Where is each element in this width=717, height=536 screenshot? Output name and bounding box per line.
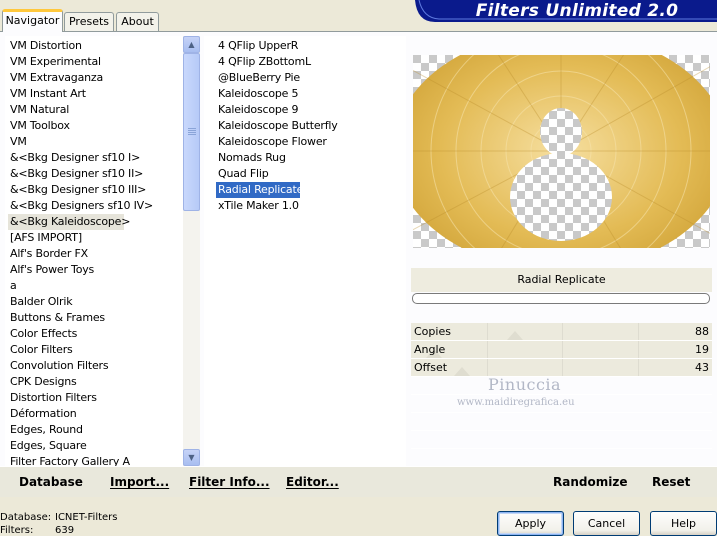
scroll-thumb[interactable] xyxy=(183,53,200,211)
category-list-item[interactable]: &<Bkg Designers sf10 IV> xyxy=(8,198,153,214)
filter-list-item[interactable]: Kaleidoscope Flower xyxy=(216,134,327,150)
param-label: Offset xyxy=(414,361,448,374)
preview-image xyxy=(413,55,710,248)
category-list-item[interactable]: Alf's Power Toys xyxy=(8,262,94,278)
param-value: 43 xyxy=(695,361,709,374)
filter-list-item[interactable]: Kaleidoscope Butterfly xyxy=(216,118,338,134)
param-label: Angle xyxy=(414,343,446,356)
category-list-item[interactable]: Alf's Border FX xyxy=(8,246,88,262)
param-value: 19 xyxy=(695,343,709,356)
app-banner: Filters Unlimited 2.0 xyxy=(415,0,717,22)
filter-name-bar: Radial Replicate xyxy=(411,268,712,292)
param-row-copies[interactable]: Copies 88 xyxy=(411,323,712,341)
current-filter-name: Radial Replicate xyxy=(517,273,606,286)
app-title: Filters Unlimited 2.0 xyxy=(475,1,679,21)
category-list-item[interactable]: VM Experimental xyxy=(8,54,101,70)
category-list-item[interactable]: CPK Designs xyxy=(8,374,77,390)
scroll-up-button[interactable]: ▲ xyxy=(183,36,200,53)
category-list-item[interactable]: VM Instant Art xyxy=(8,86,86,102)
status-filters-label: Filters: xyxy=(0,525,34,536)
category-list-item[interactable]: VM Extravaganza xyxy=(8,70,103,86)
filter-list-item[interactable]: xTile Maker 1.0 xyxy=(216,198,299,214)
category-list-item[interactable]: &<Bkg Designer sf10 II> xyxy=(8,166,143,182)
category-list-item[interactable]: VM Distortion xyxy=(8,38,82,54)
category-list-item[interactable]: VM Toolbox xyxy=(8,118,70,134)
param-slider-marker[interactable] xyxy=(506,331,523,340)
action-bar: Database Import... Filter Info... Editor… xyxy=(0,466,717,497)
apply-button[interactable]: Apply xyxy=(497,511,564,536)
param-row-offset[interactable]: Offset 43 xyxy=(411,359,712,377)
param-label: Copies xyxy=(414,325,451,338)
category-list-item[interactable]: &<Bkg Designer sf10 I> xyxy=(8,150,140,166)
category-list-item[interactable]: Filter Factory Gallery A xyxy=(8,454,130,466)
scroll-down-button[interactable]: ▼ xyxy=(183,449,200,466)
chevron-down-icon: ▼ xyxy=(188,453,195,462)
filter-list-item[interactable]: Kaleidoscope 9 xyxy=(216,102,299,118)
filter-list-item[interactable]: 4 QFlip ZBottomL xyxy=(216,54,311,70)
status-database-value: ICNET-Filters xyxy=(55,512,118,523)
editor-button[interactable]: Editor... xyxy=(286,475,339,489)
filter-list-item[interactable]: @BlueBerry Pie xyxy=(216,70,300,86)
category-list-item[interactable]: Color Effects xyxy=(8,326,77,342)
category-list-item[interactable]: [AFS IMPORT] xyxy=(8,230,82,246)
category-list-item[interactable]: &<Bkg Kaleidoscope> xyxy=(8,214,130,230)
filter-list-item[interactable]: Radial Replicate xyxy=(216,182,303,198)
empty-param-row xyxy=(411,449,712,467)
randomize-button[interactable]: Randomize xyxy=(553,475,627,489)
category-list-item[interactable]: Convolution Filters xyxy=(8,358,109,374)
category-list-item[interactable]: VM xyxy=(8,134,27,150)
empty-param-row xyxy=(411,431,712,449)
watermark-site: www.maidiregrafica.eu xyxy=(457,397,575,408)
category-scrollbar[interactable]: ▲ ▼ xyxy=(183,36,200,466)
category-list[interactable]: VM Distortion VM Experimental VM Extravaga… xyxy=(5,36,183,466)
category-list-item[interactable]: &<Bkg Designer sf10 III> xyxy=(8,182,146,198)
filter-list-item[interactable]: Nomads Rug xyxy=(216,150,286,166)
import-button[interactable]: Import... xyxy=(110,475,169,489)
reset-button[interactable]: Reset xyxy=(652,475,690,489)
chevron-up-icon: ▲ xyxy=(188,40,195,49)
category-list-item[interactable]: VM Natural xyxy=(8,102,69,118)
tab-navigator[interactable]: Navigator xyxy=(2,9,63,32)
category-list-item[interactable]: Edges, Round xyxy=(8,422,83,438)
empty-param-row xyxy=(411,377,712,395)
tab-presets[interactable]: Presets xyxy=(64,12,114,31)
category-list-item[interactable]: Edges, Square xyxy=(8,438,87,454)
filter-list-item[interactable]: 4 QFlip UpperR xyxy=(216,38,298,54)
category-list-item[interactable]: Déformation xyxy=(8,406,77,422)
filter-list[interactable]: 4 QFlip UpperR 4 QFlip ZBottomL @BlueBerry… xyxy=(204,36,406,466)
status-filters-value: 639 xyxy=(55,525,75,536)
param-slider-marker[interactable] xyxy=(453,367,470,376)
tab-about[interactable]: About xyxy=(116,12,159,31)
param-value: 88 xyxy=(695,325,709,338)
category-list-item[interactable]: a xyxy=(8,278,17,294)
help-button[interactable]: Help xyxy=(650,511,717,536)
progress-bar xyxy=(412,293,710,304)
category-list-item[interactable]: Balder Olrik xyxy=(8,294,73,310)
watermark-name: Pinuccia xyxy=(488,375,562,394)
empty-param-row xyxy=(411,413,712,431)
category-list-item[interactable]: Distortion Filters xyxy=(8,390,97,406)
filter-list-item[interactable]: Quad Flip xyxy=(216,166,269,182)
filter-list-item[interactable]: Kaleidoscope 5 xyxy=(216,86,299,102)
database-button[interactable]: Database xyxy=(19,475,83,489)
cancel-button[interactable]: Cancel xyxy=(573,511,640,536)
filter-info-button[interactable]: Filter Info... xyxy=(189,475,270,489)
category-list-item[interactable]: Buttons & Frames xyxy=(8,310,105,326)
param-row-angle[interactable]: Angle 19 xyxy=(411,341,712,359)
category-list-item[interactable]: Color Filters xyxy=(8,342,73,358)
status-database-label: Database: xyxy=(0,512,52,523)
